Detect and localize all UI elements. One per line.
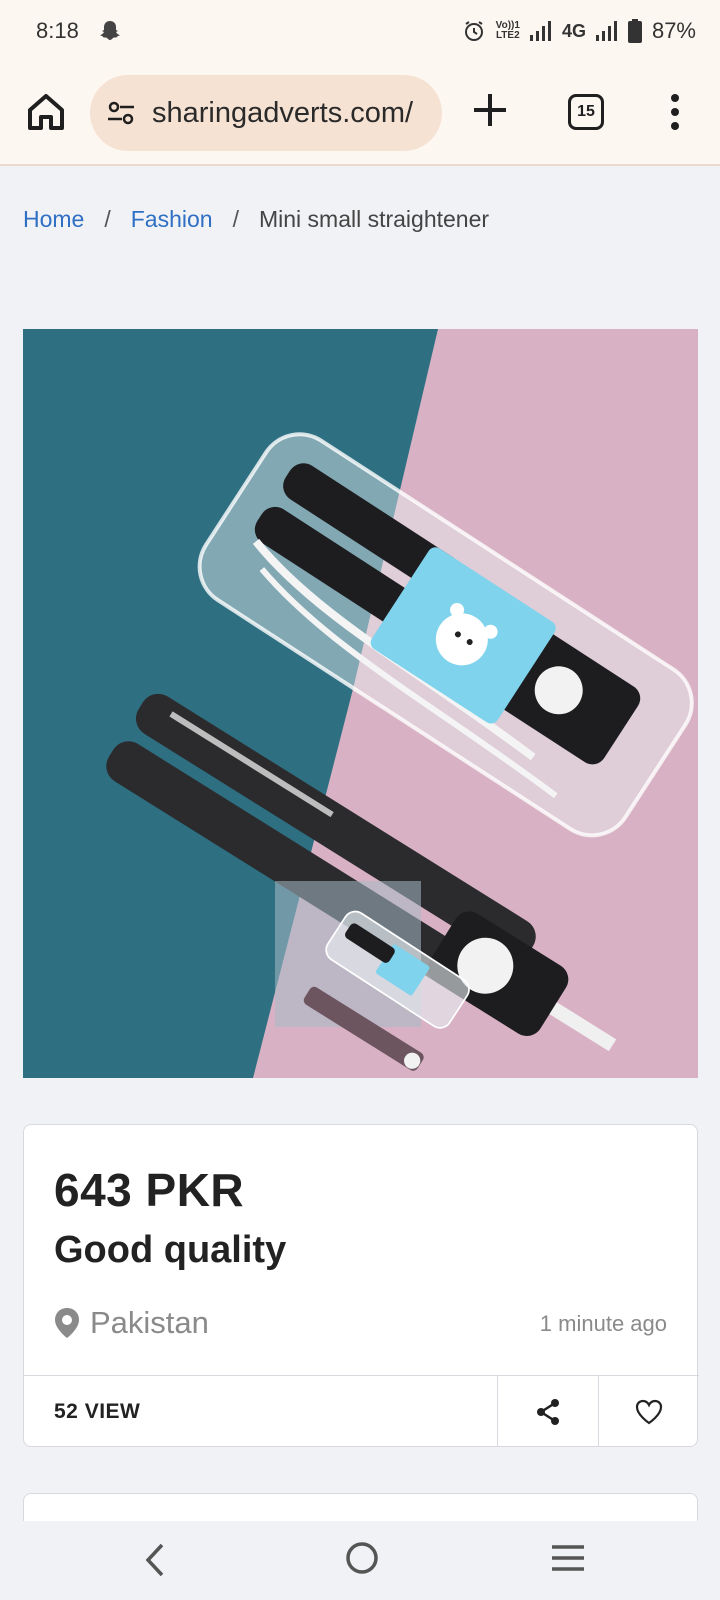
signal-icon [595, 21, 617, 41]
breadcrumb-separator: / [104, 206, 111, 232]
tab-count-label: 15 [577, 103, 595, 120]
network-type: 4G [561, 20, 586, 41]
listing-price: 643 PKR [54, 1164, 245, 1216]
volte-indicator: Vo))1 LTE2 [496, 21, 520, 41]
status-bar: 8:18 Vo))1 LTE2 4G 87% [0, 0, 720, 62]
home-circle-icon[interactable] [344, 1540, 380, 1576]
share-button[interactable] [497, 1376, 598, 1447]
volte-bottom-label: LTE2 [495, 30, 520, 41]
address-bar[interactable]: sharingadverts.com/ [90, 75, 442, 151]
site-settings-icon[interactable] [106, 98, 136, 128]
location-pin-icon [55, 1308, 79, 1338]
browser-toolbar: sharingadverts.com/ 15 [0, 62, 720, 166]
alarm-icon [464, 21, 483, 41]
breadcrumb-home-link[interactable]: Home [23, 206, 84, 233]
signal-icon [529, 21, 551, 41]
favorite-button[interactable] [598, 1376, 699, 1447]
view-count: 52 VIEW [54, 1399, 141, 1423]
url-text[interactable]: sharingadverts.com/ [152, 97, 413, 130]
tab-switcher-button[interactable]: 15 [568, 94, 604, 130]
product-image[interactable] [23, 329, 698, 1078]
plus-icon[interactable] [470, 90, 510, 130]
breadcrumb-category-link[interactable]: Fashion [131, 206, 213, 233]
listing-card: 643 PKR Good quality Pakistan 1 minute a… [23, 1124, 699, 1447]
listing-title: Good quality [54, 1229, 287, 1271]
status-time: 8:18 [36, 18, 79, 43]
posted-time: 1 minute ago [539, 1311, 667, 1336]
location-text: Pakistan [90, 1305, 209, 1340]
back-icon[interactable] [142, 1541, 168, 1579]
product-photo [23, 329, 698, 1078]
breadcrumb-current: Mini small straightener [258, 206, 490, 232]
listing-location: Pakistan [54, 1305, 209, 1341]
home-icon[interactable] [24, 90, 68, 134]
breadcrumb: Home / Fashion / Mini small straightener [23, 206, 489, 233]
battery-icon [627, 19, 642, 43]
status-icons: Vo))1 LTE2 4G 87% [462, 18, 696, 44]
battery-percent: 87% [651, 18, 696, 43]
heart-icon [635, 1399, 663, 1424]
recent-apps-icon[interactable] [550, 1543, 586, 1573]
breadcrumb-separator: / [232, 206, 239, 232]
snapchat-ghost-icon [99, 21, 120, 40]
screen: 8:18 Vo))1 LTE2 4G 87% sharingadverts.co… [0, 0, 720, 1600]
share-icon [537, 1398, 559, 1425]
card-footer: 52 VIEW [24, 1375, 699, 1447]
more-vert-icon[interactable] [660, 92, 690, 132]
system-nav-bar [0, 1521, 720, 1600]
